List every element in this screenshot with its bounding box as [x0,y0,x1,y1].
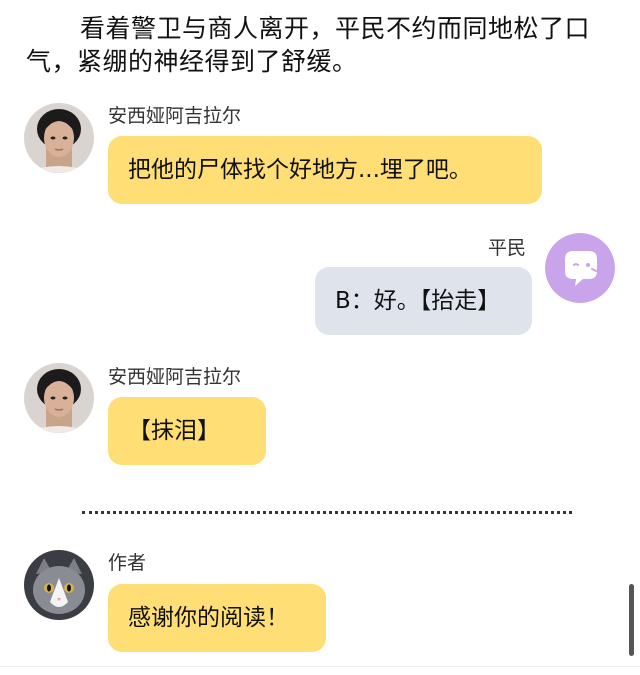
bottom-border [0,666,640,667]
message-bubble: 把他的尸体找个好地方...埋了吧。 [108,136,542,204]
speaker-name: 作者 [108,552,147,574]
girl-avatar[interactable] [24,363,94,433]
speaker-name: 安西娅阿吉拉尔 [108,366,242,388]
speaker-name: 安西娅阿吉拉尔 [108,105,242,127]
scrollbar[interactable] [629,584,634,656]
section-divider [82,511,572,514]
chat-bubble-avatar[interactable] [545,233,615,303]
message-bubble: B：好。【抬走】 [315,267,532,335]
speaker-name: 平民 [488,237,527,259]
message-bubble: 【抹泪】 [108,397,266,465]
cat-avatar[interactable] [24,550,94,620]
message-bubble: 感谢你的阅读！ [108,584,326,652]
narration-text: 看着警卫与商人离开，平民不约而同地松了口气，紧绷的神经得到了舒缓。 [26,14,591,76]
girl-avatar[interactable] [24,103,94,173]
